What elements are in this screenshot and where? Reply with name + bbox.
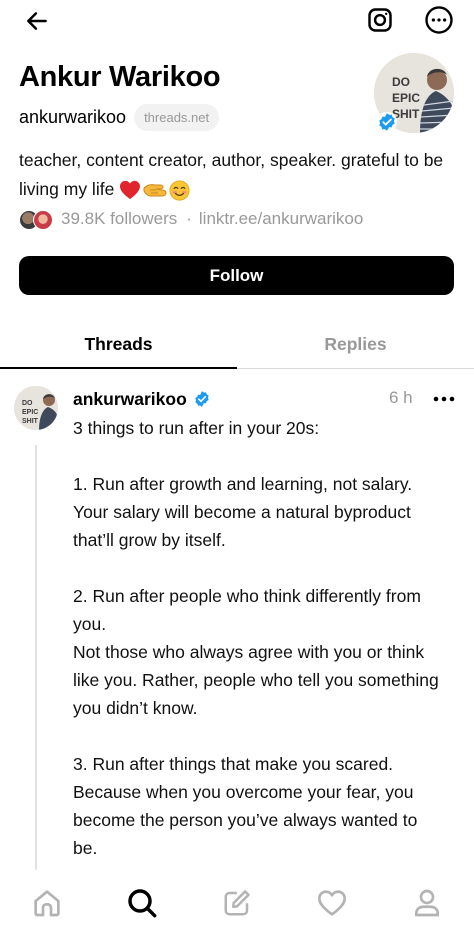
separator-dot: · [186,209,192,228]
compose-icon [224,890,250,916]
nav-search-button[interactable] [122,883,162,923]
post-line: 3. Run after things that make you scared… [73,754,394,774]
followers-count[interactable]: 39.8K followers [61,209,177,229]
post-line: 2. Run after people who think differentl… [73,586,421,606]
post-avatar-text-1: DO [22,400,33,407]
verified-badge-icon [376,111,398,133]
post-author[interactable]: ankurwarikoo [73,389,187,410]
bio-text: teacher, content creator, author, speake… [19,150,444,199]
bottom-nav [0,875,474,935]
post-line: Your salary will become a natural byprod… [73,502,411,522]
red-heart-icon [120,181,141,200]
nav-home-button[interactable] [27,883,67,923]
post-line: 1. Run after growth and learning, not sa… [73,474,413,494]
post-more-button[interactable] [432,388,456,410]
post-line: be. [73,838,98,858]
post-body: 3 things to run after in your 20s: 1. Ru… [73,414,463,862]
post-avatar-text-3: SHIT [22,418,39,425]
active-tab-indicator [0,367,237,369]
heart-icon [318,890,346,916]
more-horizontal-icon [425,6,453,34]
avatar-text-line-1: DO [392,75,410,89]
more-options-button[interactable] [423,4,455,36]
follow-button[interactable]: Follow [19,256,454,295]
avatar-text-line-2: EPIC [392,91,420,105]
nav-profile-button[interactable] [407,883,447,923]
post-line [73,442,463,470]
bio-emojis [119,180,190,201]
tab-divider [237,368,474,369]
domain-badge[interactable]: threads.net [134,103,220,131]
post-line: you didn’t know. [73,698,198,718]
back-button[interactable] [22,6,52,36]
post-line: you. [73,614,107,634]
handle-row: ankurwarikoo threads.net [19,102,220,132]
tab-threads[interactable]: Threads [0,320,237,368]
post-avatar-text-2: EPIC [22,409,38,416]
profile-link[interactable]: linktr.ee/ankurwarikoo [199,209,363,229]
post-line: that’ll grow by itself. [73,530,226,550]
post-avatar[interactable]: DO EPIC SHIT [14,386,58,430]
profile-bio: teacher, content creator, author, speake… [19,146,459,204]
top-bar [0,0,474,42]
instagram-button[interactable] [364,4,396,36]
post-line: Because when you overcome your fear, you [73,782,414,802]
home-icon [34,890,60,917]
tab-replies[interactable]: Replies [237,320,474,368]
followers-row: 39.8K followers · linktr.ee/ankurwarikoo [19,206,363,232]
profile-tabs: Threads Replies [0,320,474,370]
follower-avatar [33,210,53,230]
follower-avatars[interactable] [19,208,55,230]
thread-line [35,445,37,870]
post-line: become the person you’ve always wanted t… [73,810,418,830]
post-timestamp: 6 h [389,388,413,407]
post-line: 3 things to run after in your 20s: [73,418,320,438]
more-dots-icon [433,396,455,402]
handshake-icon [143,184,167,197]
profile-icon [415,889,439,917]
profile-handle: ankurwarikoo [19,106,127,127]
search-icon [128,889,157,918]
nav-compose-button[interactable] [217,883,257,923]
profile-name: Ankur Warikoo [19,61,221,93]
arrow-left-icon [27,12,47,30]
post-header: ankurwarikoo [73,386,211,412]
post-line [73,722,463,750]
post-line [73,554,463,582]
post-line: like you. Rather, people who tell you so… [73,670,439,690]
instagram-icon [368,8,392,32]
verified-badge-icon [195,391,209,407]
post-line: Not those who always agree with you or t… [73,642,425,662]
smiling-face-icon [169,180,190,201]
nav-activity-button[interactable] [312,883,352,923]
